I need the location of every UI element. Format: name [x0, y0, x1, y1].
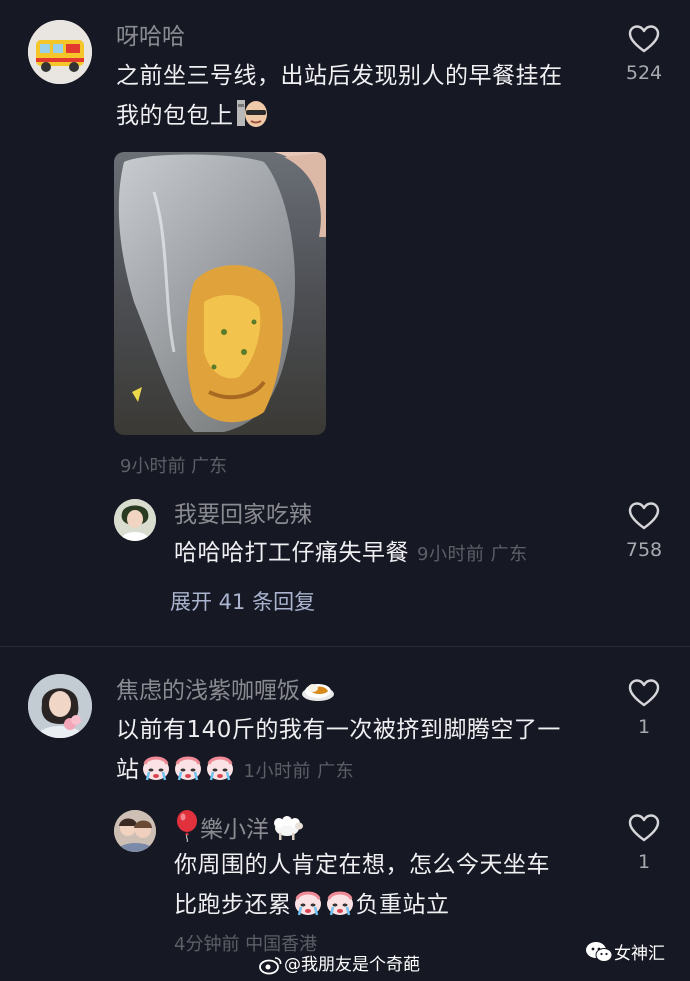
divider [0, 646, 690, 647]
crying-face-emoji-icon [173, 754, 203, 795]
comment-time-location: 1小时前 广东 [243, 761, 355, 782]
comment-text-line: 站 1小时前 广东 [116, 750, 611, 795]
weibo-logo-icon [259, 955, 283, 981]
heart-icon [628, 814, 660, 842]
comment-text-line: 以前有140斤的我有一次被挤到脚腾空了一 [116, 717, 561, 743]
comment-time-location: 9小时前 广东 [120, 456, 228, 477]
reply-username[interactable]: 我要回家吃辣 [174, 500, 312, 530]
person-avatar-image [114, 499, 156, 541]
comment-username[interactable]: 呀哈哈 [116, 22, 185, 52]
like-count: 758 [625, 539, 663, 561]
like-button[interactable]: 1 [604, 678, 684, 738]
reply-text-line: 你周围的人肯定在想，怎么今天坐车 [174, 852, 550, 878]
wechat-watermark: 女神汇 [584, 940, 665, 970]
like-button[interactable]: 758 [604, 501, 684, 561]
weibo-watermark: @我朋友是个奇葩 [258, 954, 420, 981]
crying-face-emoji-icon [141, 754, 171, 795]
wechat-logo-icon [585, 940, 613, 970]
crying-face-emoji-icon [293, 889, 323, 930]
comment-text-line: 之前坐三号线，出站后发现别人的早餐挂在 [116, 63, 563, 89]
expand-replies-button[interactable]: 展开 41 条回复 [170, 588, 315, 616]
woman-avatar-image [28, 674, 92, 738]
balloon-emoji-icon [175, 810, 199, 850]
heart-icon [628, 679, 660, 707]
bus-avatar-image [28, 20, 92, 84]
comment-text: 以前有140斤的我有一次被挤到脚腾空了一 站 1小时前 广东 [116, 710, 611, 795]
like-button[interactable]: 1 [604, 813, 684, 873]
heart-icon [628, 25, 660, 53]
sunglasses-emoji-icon [235, 98, 269, 141]
reply-text: 你周围的人肯定在想，怎么今天坐车 比跑步还累 负重站立 [174, 845, 594, 930]
like-button[interactable]: 524 [604, 24, 684, 84]
curry-rice-emoji-icon [301, 677, 335, 711]
avatar[interactable] [28, 674, 92, 738]
reply-text-line: 比跑步还累 负重站立 [174, 885, 594, 930]
reply-text: 哈哈哈打工仔痛失早餐 9小时前 广东 [174, 540, 528, 566]
like-count: 524 [625, 62, 663, 84]
avatar[interactable] [114, 499, 156, 541]
people-avatar-image [114, 810, 156, 852]
crying-face-emoji-icon [205, 754, 235, 795]
like-count: 1 [637, 851, 651, 873]
avatar[interactable] [114, 810, 156, 852]
reply-time-location: 9小时前 广东 [417, 544, 528, 565]
reply-username[interactable]: 樂小洋 [174, 810, 305, 850]
heart-icon [628, 502, 660, 530]
comment-username[interactable]: 焦虑的浅紫咖喱饭 [116, 676, 336, 711]
like-count: 1 [637, 716, 651, 738]
breakfast-bag-photo [114, 152, 326, 435]
crying-face-emoji-icon [325, 889, 355, 930]
comment-text-line: 我的包包上 [116, 96, 611, 141]
comment-text: 之前坐三号线，出站后发现别人的早餐挂在 我的包包上 [116, 56, 611, 141]
comment-photo[interactable] [114, 152, 326, 435]
avatar[interactable] [28, 20, 92, 84]
